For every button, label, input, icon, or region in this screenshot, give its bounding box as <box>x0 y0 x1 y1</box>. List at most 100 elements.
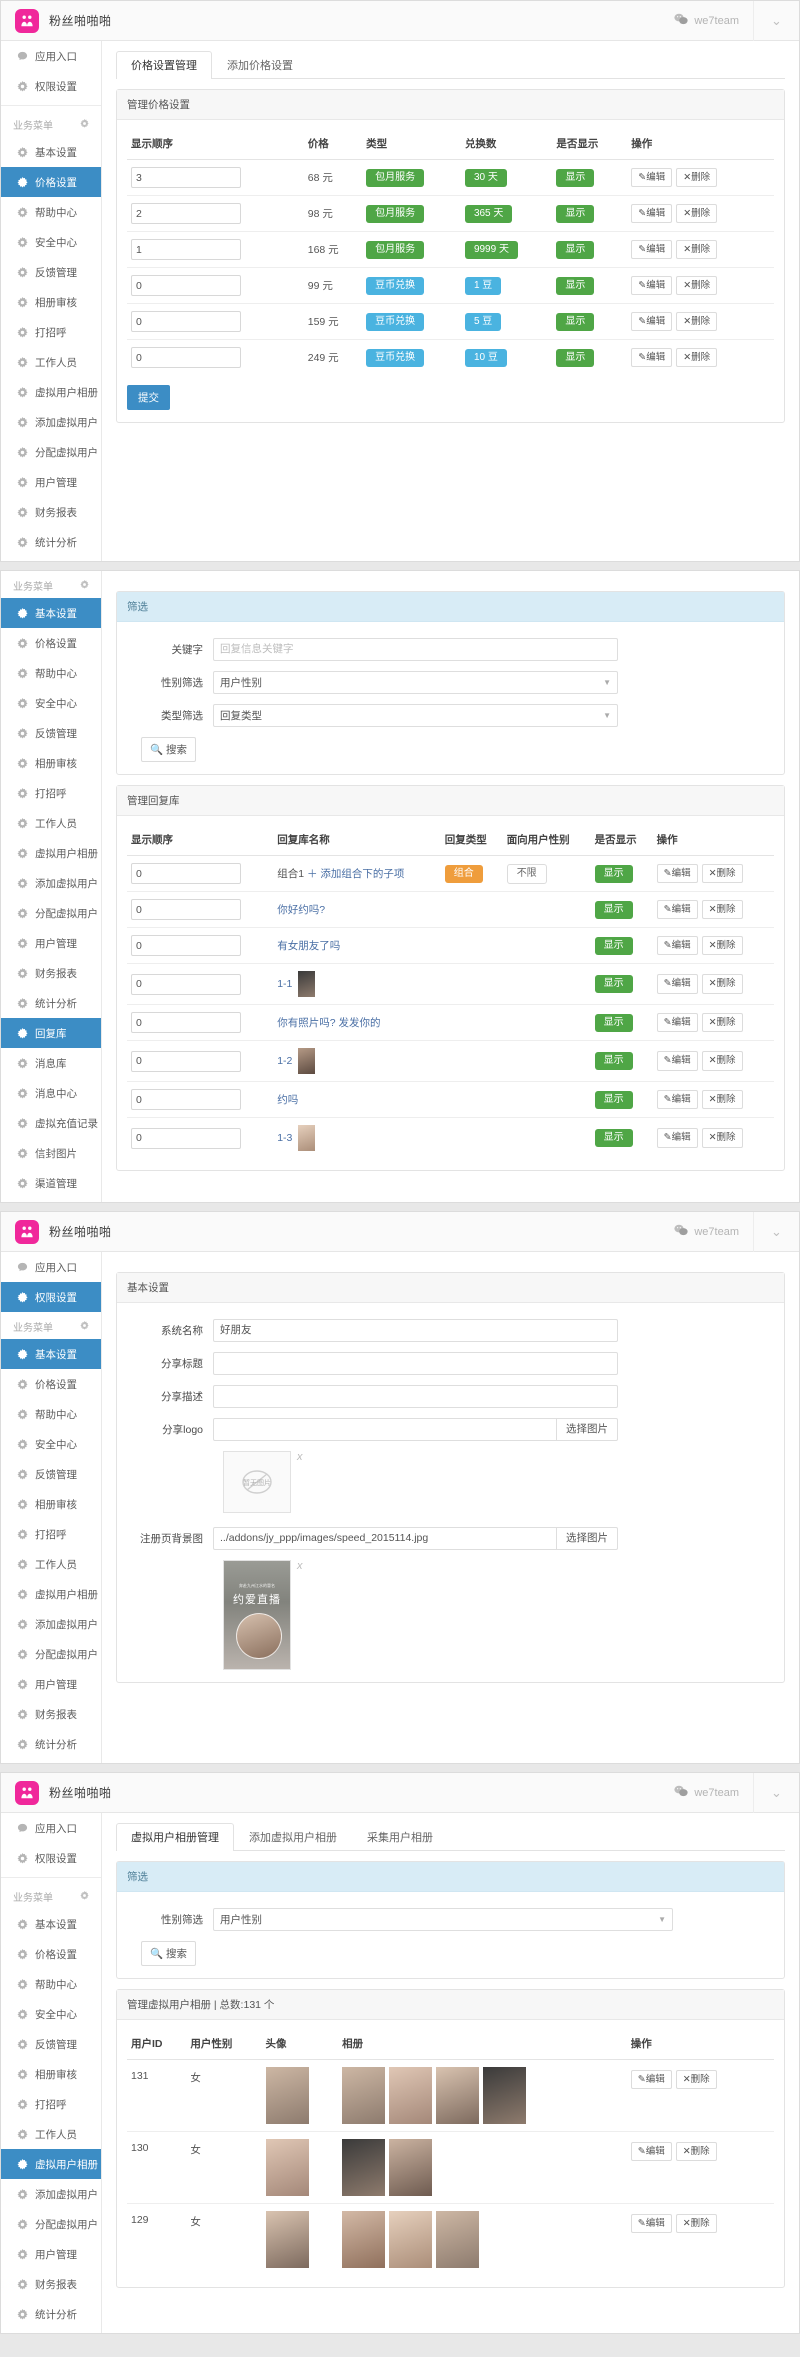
display-order-input[interactable] <box>131 974 241 995</box>
display-order-input[interactable] <box>131 935 241 956</box>
sidebar-item-安全中心[interactable]: 安全中心 <box>1 688 101 718</box>
sidebar-item-基本设置[interactable]: 基本设置 <box>1 1909 101 1939</box>
sidebar-item-安全中心[interactable]: 安全中心 <box>1 1999 101 2029</box>
sidebar-item-反馈管理[interactable]: 反馈管理 <box>1 2029 101 2059</box>
choose-image-button-logo[interactable]: 选择图片 <box>557 1418 618 1441</box>
sidebar-item-信封图片[interactable]: 信封图片 <box>1 1138 101 1168</box>
delete-button[interactable]: ✕删除 <box>676 312 717 331</box>
sidebar-item-分配虚拟用户[interactable]: 分配虚拟用户 <box>1 437 101 467</box>
sidebar-item-价格设置[interactable]: 价格设置 <box>1 167 101 197</box>
type-filter-select[interactable]: 回复类型 ▼ <box>213 704 618 727</box>
sidebar-item-相册审核[interactable]: 相册审核 <box>1 1489 101 1519</box>
chevron-down-icon[interactable]: ⌄ <box>753 1 799 41</box>
add-subitem-link[interactable]: ＋ 添加组合下的子项 <box>307 868 404 880</box>
edit-button[interactable]: ✎编辑 <box>657 864 698 883</box>
reply-name-link[interactable]: 约吗 <box>277 1094 298 1106</box>
sidebar-item-用户管理[interactable]: 用户管理 <box>1 467 101 497</box>
sidebar-item-工作人员[interactable]: 工作人员 <box>1 808 101 838</box>
sidebar-item-虚拟用户相册[interactable]: 虚拟用户相册 <box>1 1579 101 1609</box>
sidebar-item-财务报表[interactable]: 财务报表 <box>1 958 101 988</box>
delete-button[interactable]: ✕删除 <box>676 2214 717 2233</box>
delete-button[interactable]: ✕删除 <box>702 1128 743 1147</box>
sidebar-item-permission-settings[interactable]: 权限设置 <box>1 1282 101 1312</box>
sidebar-item-工作人员[interactable]: 工作人员 <box>1 347 101 377</box>
sidebar-item-安全中心[interactable]: 安全中心 <box>1 1429 101 1459</box>
sidebar-item-帮助中心[interactable]: 帮助中心 <box>1 197 101 227</box>
share-logo-input[interactable] <box>213 1418 557 1441</box>
edit-button[interactable]: ✎编辑 <box>657 1128 698 1147</box>
display-order-input[interactable] <box>131 167 241 188</box>
sidebar-item-permission-settings[interactable]: 权限设置 <box>1 1843 101 1873</box>
sidebar-item-统计分析[interactable]: 统计分析 <box>1 2299 101 2329</box>
bg-image-input[interactable]: ../addons/jy_ppp/images/speed_2015114.jp… <box>213 1527 557 1550</box>
sidebar-item-相册审核[interactable]: 相册审核 <box>1 287 101 317</box>
edit-button[interactable]: ✎编辑 <box>657 1051 698 1070</box>
sidebar-item-反馈管理[interactable]: 反馈管理 <box>1 257 101 287</box>
visibility-badge[interactable]: 显示 <box>595 865 633 883</box>
delete-button[interactable]: ✕删除 <box>702 1051 743 1070</box>
delete-button[interactable]: ✕删除 <box>702 936 743 955</box>
album-photo[interactable] <box>483 2067 526 2124</box>
album-photo[interactable] <box>342 2211 385 2268</box>
sidebar-item-分配虚拟用户[interactable]: 分配虚拟用户 <box>1 898 101 928</box>
display-order-input[interactable] <box>131 239 241 260</box>
submit-button[interactable]: 提交 <box>127 385 170 410</box>
sidebar-item-财务报表[interactable]: 财务报表 <box>1 1699 101 1729</box>
sidebar-item-安全中心[interactable]: 安全中心 <box>1 227 101 257</box>
sidebar-item-价格设置[interactable]: 价格设置 <box>1 1939 101 1969</box>
visibility-badge[interactable]: 显示 <box>556 277 594 295</box>
edit-button[interactable]: ✎编辑 <box>657 974 698 993</box>
sidebar-item-基本设置[interactable]: 基本设置 <box>1 137 101 167</box>
sidebar-item-工作人员[interactable]: 工作人员 <box>1 1549 101 1579</box>
gear-icon[interactable] <box>80 119 89 131</box>
tab-添加虚拟用户相册[interactable]: 添加虚拟用户相册 <box>234 1823 352 1851</box>
display-order-input[interactable] <box>131 863 241 884</box>
display-order-input[interactable] <box>131 275 241 296</box>
sidebar-item-虚拟用户相册[interactable]: 虚拟用户相册 <box>1 2149 101 2179</box>
account-menu[interactable]: we7team <box>660 1212 753 1252</box>
visibility-badge[interactable]: 显示 <box>595 937 633 955</box>
reply-name-link[interactable]: 你好约吗? <box>277 904 325 916</box>
edit-button[interactable]: ✎编辑 <box>631 2214 672 2233</box>
delete-button[interactable]: ✕删除 <box>676 348 717 367</box>
sidebar-item-添加虚拟用户[interactable]: 添加虚拟用户 <box>1 868 101 898</box>
chevron-down-icon[interactable]: ⌄ <box>753 1212 799 1252</box>
chevron-down-icon[interactable]: ⌄ <box>753 1773 799 1813</box>
keyword-input[interactable]: 回复信息关键字 <box>213 638 618 661</box>
sidebar-item-分配虚拟用户[interactable]: 分配虚拟用户 <box>1 2209 101 2239</box>
sidebar-item-消息库[interactable]: 消息库 <box>1 1048 101 1078</box>
system-name-input[interactable]: 好朋友 <box>213 1319 618 1342</box>
delete-button[interactable]: ✕删除 <box>702 1013 743 1032</box>
visibility-badge[interactable]: 显示 <box>595 1129 633 1147</box>
delete-button[interactable]: ✕删除 <box>676 240 717 259</box>
tab-虚拟用户相册管理[interactable]: 虚拟用户相册管理 <box>116 1823 234 1851</box>
album-photo[interactable] <box>389 2067 432 2124</box>
visibility-badge[interactable]: 显示 <box>595 1014 633 1032</box>
sidebar-item-帮助中心[interactable]: 帮助中心 <box>1 658 101 688</box>
sidebar-item-app-entry[interactable]: 应用入口 <box>1 1813 101 1843</box>
account-menu[interactable]: we7team <box>660 1 753 41</box>
display-order-input[interactable] <box>131 1051 241 1072</box>
reply-name-link[interactable]: 1-2 <box>277 1055 292 1067</box>
delete-button[interactable]: ✕删除 <box>702 974 743 993</box>
sidebar-item-帮助中心[interactable]: 帮助中心 <box>1 1969 101 1999</box>
sidebar-item-添加虚拟用户[interactable]: 添加虚拟用户 <box>1 1609 101 1639</box>
tab-采集用户相册[interactable]: 采集用户相册 <box>352 1823 448 1851</box>
edit-button[interactable]: ✎编辑 <box>631 204 672 223</box>
delete-button[interactable]: ✕删除 <box>702 900 743 919</box>
sidebar-item-添加虚拟用户[interactable]: 添加虚拟用户 <box>1 2179 101 2209</box>
sidebar-item-基本设置[interactable]: 基本设置 <box>1 1339 101 1369</box>
account-menu[interactable]: we7team <box>660 1773 753 1813</box>
sidebar-item-财务报表[interactable]: 财务报表 <box>1 2269 101 2299</box>
edit-button[interactable]: ✎编辑 <box>657 1013 698 1032</box>
gear-icon[interactable] <box>80 1321 89 1333</box>
edit-button[interactable]: ✎编辑 <box>631 348 672 367</box>
visibility-badge[interactable]: 显示 <box>595 975 633 993</box>
delete-button[interactable]: ✕删除 <box>702 864 743 883</box>
sidebar-item-虚拟用户相册[interactable]: 虚拟用户相册 <box>1 838 101 868</box>
sidebar-item-打招呼[interactable]: 打招呼 <box>1 1519 101 1549</box>
display-order-input[interactable] <box>131 1128 241 1149</box>
search-button[interactable]: 🔍 搜索 <box>141 737 196 762</box>
choose-image-button-bg[interactable]: 选择图片 <box>557 1527 618 1550</box>
share-title-input[interactable] <box>213 1352 618 1375</box>
